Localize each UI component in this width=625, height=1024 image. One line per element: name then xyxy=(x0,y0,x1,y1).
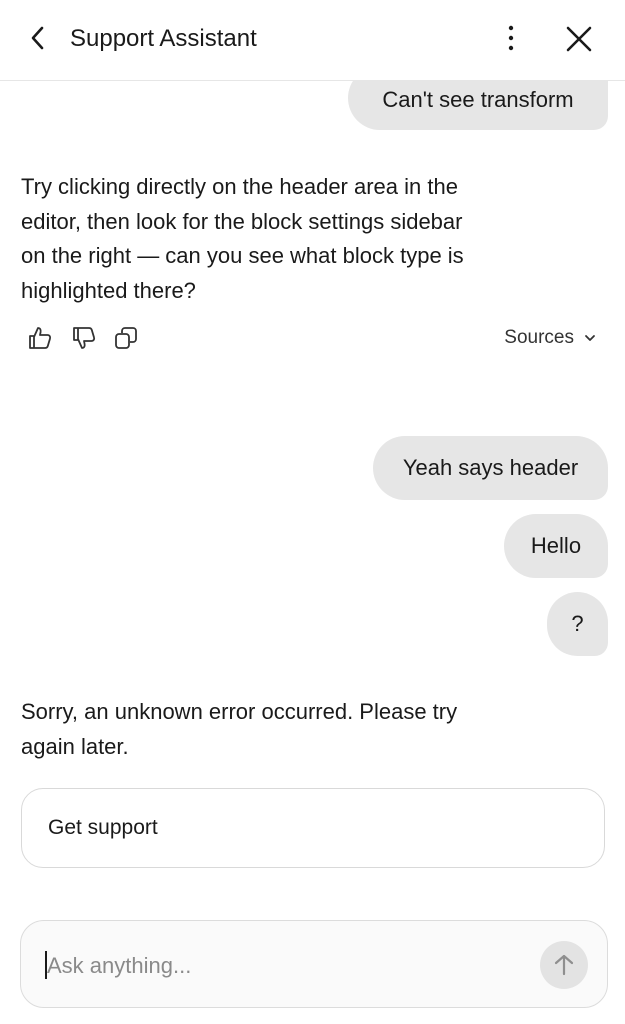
assistant-message-text: Try clicking directly on the header area… xyxy=(21,174,464,303)
thumbs-down-icon xyxy=(73,327,96,349)
support-assistant-window: Support Assistant Can't see transform Tr… xyxy=(0,0,625,1024)
arrow-up-icon xyxy=(554,954,574,976)
back-button[interactable] xyxy=(22,22,54,54)
close-icon xyxy=(566,26,592,52)
error-message-text: Sorry, an unknown error occurred. Please… xyxy=(21,699,458,759)
user-message-bubble: Hello xyxy=(504,514,608,578)
user-message-text: Can't see transform xyxy=(382,87,574,112)
copy-button[interactable] xyxy=(110,322,142,354)
user-message-text: Yeah says header xyxy=(402,455,579,480)
message-input[interactable] xyxy=(45,945,529,987)
thumbs-up-icon xyxy=(29,327,52,349)
thumbs-down-button[interactable] xyxy=(68,322,100,354)
chevron-down-icon xyxy=(585,335,595,341)
thumbs-up-button[interactable] xyxy=(24,322,56,354)
user-message-bubble: Yeah says header xyxy=(373,436,608,500)
vertical-ellipsis-icon xyxy=(508,25,514,51)
message-feedback-row: Sources xyxy=(24,320,604,356)
get-support-button[interactable]: Get support xyxy=(21,788,605,868)
more-options-button[interactable] xyxy=(494,20,528,56)
user-message-bubble: ? xyxy=(547,592,608,656)
sources-label: Sources xyxy=(504,327,574,348)
user-message-text: ? xyxy=(571,611,584,636)
sources-dropdown[interactable]: Sources xyxy=(504,324,596,352)
header-bar: Support Assistant xyxy=(0,0,625,81)
get-support-label: Get support xyxy=(48,816,158,839)
copy-icon xyxy=(115,327,137,349)
close-button[interactable] xyxy=(560,20,598,58)
page-title: Support Assistant xyxy=(70,25,257,52)
message-composer xyxy=(20,920,608,1008)
chevron-left-icon xyxy=(31,26,44,50)
user-message-text: Hello xyxy=(530,533,582,558)
send-button[interactable] xyxy=(540,941,588,989)
text-caret xyxy=(45,951,47,979)
